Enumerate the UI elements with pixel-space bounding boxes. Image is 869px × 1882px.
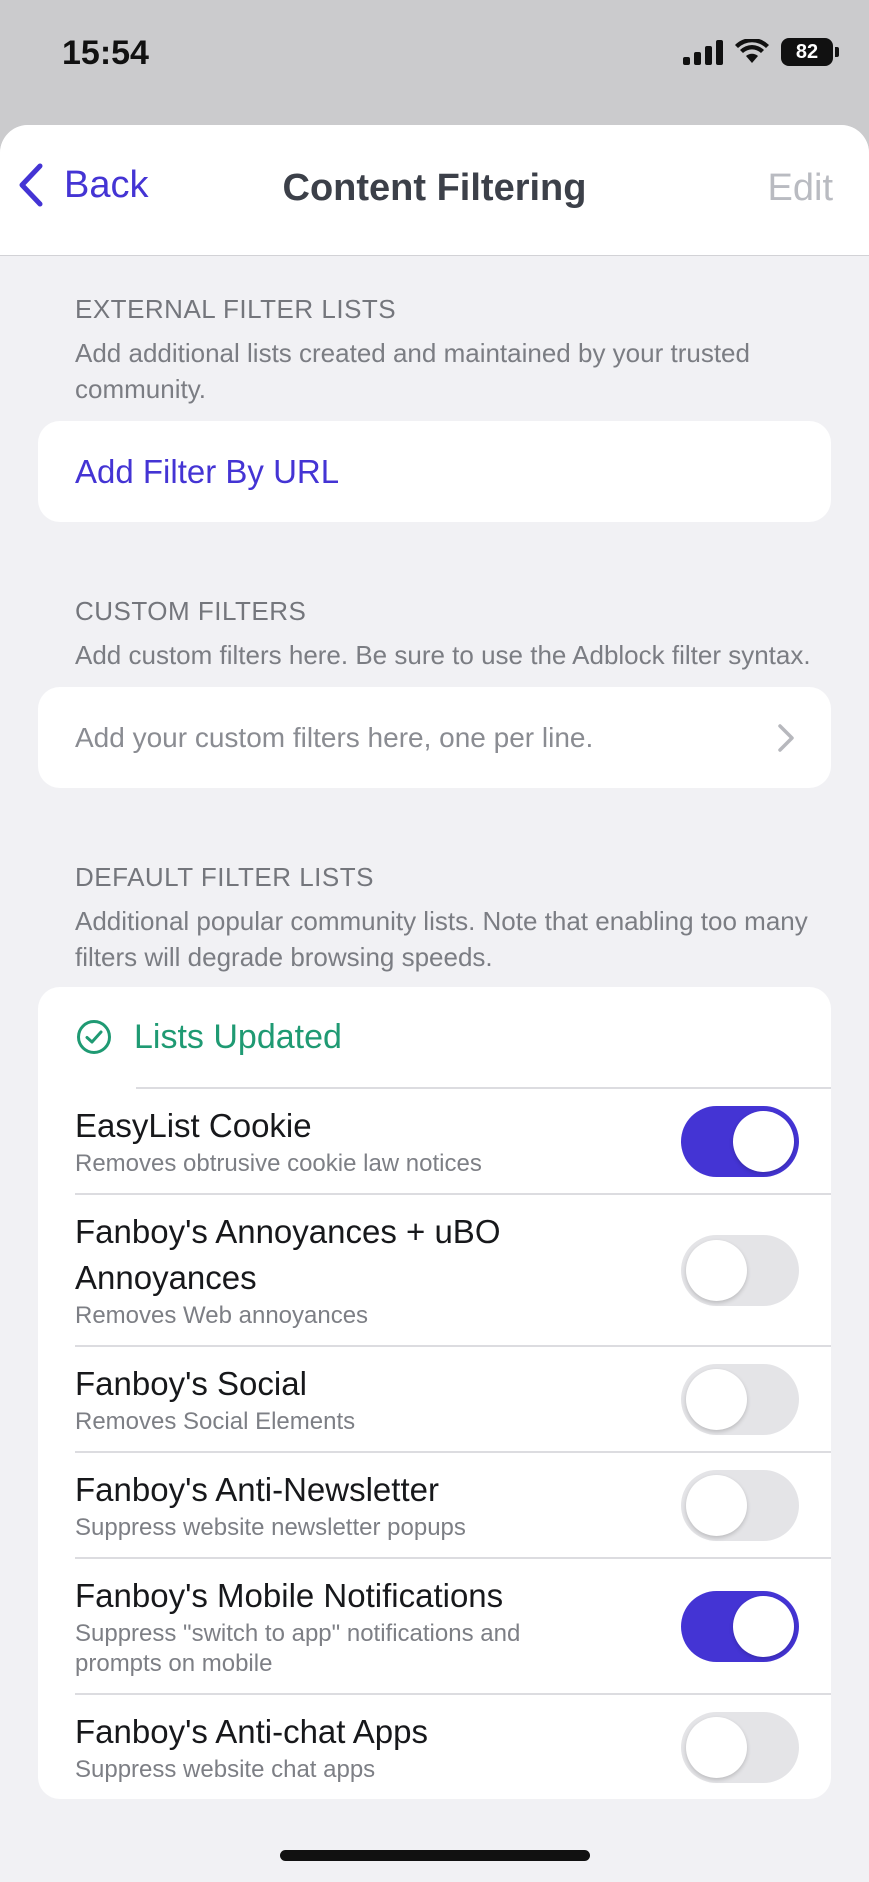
filter-description: Removes obtrusive cookie law notices xyxy=(75,1150,482,1177)
filter-toggle-switch[interactable] xyxy=(681,1711,799,1783)
filter-text: Fanboy's Mobile Notifications Suppress "s… xyxy=(75,1573,595,1679)
external-filters-card: Add Filter By URL xyxy=(38,421,831,522)
filter-toggle-switch[interactable] xyxy=(681,1363,799,1435)
custom-filters-header: CUSTOM FILTERS Add custom filters here. … xyxy=(0,522,869,673)
filter-text: Fanboy's Anti-chat Apps Suppress website … xyxy=(75,1709,428,1785)
toggle-knob xyxy=(733,1110,794,1172)
navigation-bar: Back Content Filtering Edit xyxy=(0,125,869,256)
filter-name: Fanboy's Mobile Notifications xyxy=(75,1577,504,1614)
add-filter-by-url-button[interactable]: Add Filter By URL xyxy=(38,421,831,522)
section-description: Add additional lists created and maintai… xyxy=(75,338,750,404)
filter-text: EasyList Cookie Removes obtrusive cookie … xyxy=(75,1103,482,1179)
filter-description: Suppress website chat apps xyxy=(75,1756,376,1783)
toggle-knob xyxy=(686,1716,747,1778)
default-filters-card: Lists Updated EasyList Cookie Removes obt… xyxy=(38,987,831,1799)
custom-filters-placeholder: Add your custom filters here, one per li… xyxy=(75,721,594,753)
filter-name: Fanboy's Social xyxy=(75,1365,307,1402)
filter-toggle-switch[interactable] xyxy=(681,1105,799,1177)
filter-name: EasyList Cookie xyxy=(75,1107,312,1144)
page-title: Content Filtering xyxy=(282,167,587,209)
filter-description: Removes Social Elements xyxy=(75,1408,356,1435)
toggle-knob xyxy=(686,1239,747,1301)
filter-row: Fanboy's Annoyances + uBO Annoyances Remo… xyxy=(75,1193,831,1345)
home-indicator xyxy=(280,1850,590,1861)
divider xyxy=(75,1345,831,1347)
filter-row: Fanboy's Mobile Notifications Suppress "s… xyxy=(75,1557,831,1693)
filter-name: Fanboy's Annoyances + uBO Annoyances xyxy=(75,1213,501,1296)
toggle-knob xyxy=(733,1595,794,1657)
filter-description: Suppress website newsletter popups xyxy=(75,1514,466,1541)
section-title: DEFAULT FILTER LISTS xyxy=(75,862,374,892)
filter-list: EasyList Cookie Removes obtrusive cookie … xyxy=(38,1087,831,1799)
wifi-icon xyxy=(735,39,769,63)
filter-row: Fanboy's Anti-chat Apps Suppress website … xyxy=(75,1693,831,1799)
toggle-knob xyxy=(686,1474,747,1536)
checkmark-circle-icon xyxy=(77,1020,111,1054)
divider xyxy=(75,1451,831,1453)
divider xyxy=(75,1557,831,1559)
divider xyxy=(75,1193,831,1195)
section-description: Add custom filters here. Be sure to use … xyxy=(75,640,811,670)
filter-row: Fanboy's Social Removes Social Elements xyxy=(75,1345,831,1451)
filter-name: Fanboy's Anti-chat Apps xyxy=(75,1713,429,1750)
filter-name: Fanboy's Anti-Newsletter xyxy=(75,1471,439,1508)
status-icons: 82 xyxy=(683,38,839,66)
divider xyxy=(75,1693,831,1695)
filter-row: Fanboy's Anti-Newsletter Suppress website… xyxy=(75,1451,831,1557)
section-title: CUSTOM FILTERS xyxy=(75,596,307,626)
edit-button[interactable]: Edit xyxy=(768,167,833,210)
filter-toggle-switch[interactable] xyxy=(681,1234,799,1306)
default-filters-header: DEFAULT FILTER LISTS Additional popular … xyxy=(0,788,869,975)
chevron-right-icon xyxy=(778,723,794,752)
section-title: EXTERNAL FILTER LISTS xyxy=(75,294,397,324)
lists-updated-status: Lists Updated xyxy=(38,987,831,1087)
lists-updated-label: Lists Updated xyxy=(134,1017,342,1056)
section-description: Additional popular community lists. Note… xyxy=(75,906,808,972)
filter-text: Fanboy's Annoyances + uBO Annoyances Remo… xyxy=(75,1209,595,1331)
settings-sheet: Back Content Filtering Edit EXTERNAL FIL… xyxy=(0,125,869,1882)
cellular-signal-icon xyxy=(683,39,723,65)
filter-description: Removes Web annoyances xyxy=(75,1302,369,1329)
status-time: 15:54 xyxy=(62,34,149,72)
filter-row: EasyList Cookie Removes obtrusive cookie … xyxy=(75,1087,831,1193)
divider xyxy=(136,1087,831,1089)
toggle-knob xyxy=(686,1368,747,1430)
battery-icon: 82 xyxy=(781,38,839,66)
external-filters-header: EXTERNAL FILTER LISTS Add additional lis… xyxy=(0,256,869,407)
status-bar: 15:54 82 xyxy=(0,0,869,125)
custom-filters-card: Add your custom filters here, one per li… xyxy=(38,687,831,788)
filter-toggle-switch[interactable] xyxy=(681,1590,799,1662)
filter-text: Fanboy's Social Removes Social Elements xyxy=(75,1361,355,1437)
filter-text: Fanboy's Anti-Newsletter Suppress website… xyxy=(75,1467,466,1543)
filter-toggle-switch[interactable] xyxy=(681,1469,799,1541)
filter-description: Suppress "switch to app" notifications a… xyxy=(75,1620,521,1677)
custom-filters-field[interactable]: Add your custom filters here, one per li… xyxy=(38,687,831,788)
